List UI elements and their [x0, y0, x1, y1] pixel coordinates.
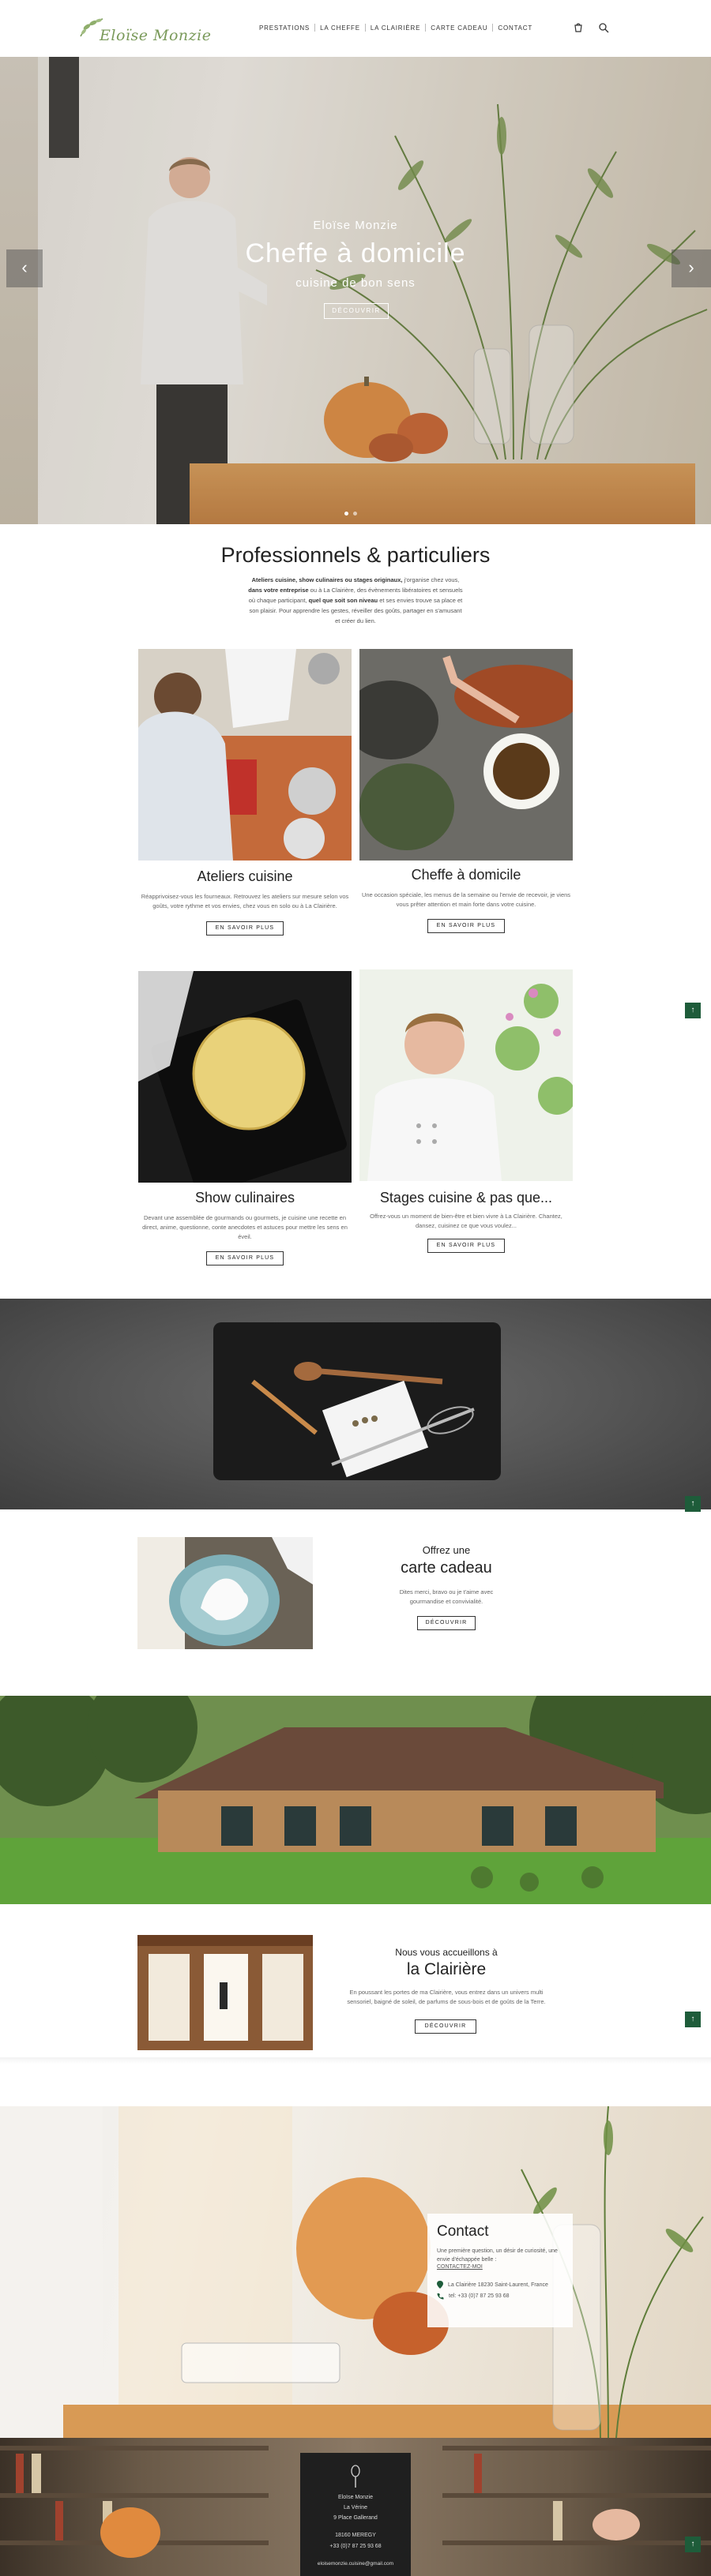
footer-line: 18160 MEREGY — [335, 2533, 376, 2538]
gift-title-line2: carte cadeau — [401, 1559, 492, 1577]
whisk-logo-icon — [351, 2465, 360, 2488]
back-to-top-icon[interactable]: ↑ — [685, 1003, 701, 1018]
card-text: Réapprivoisez-vous les fourneaux. Retrou… — [141, 893, 349, 909]
contact-card: Contact Une première question, un désir … — [427, 2214, 573, 2327]
footer-line: La Vérine — [344, 2505, 367, 2510]
gift-card-image[interactable] — [137, 1537, 313, 1649]
contact-title: Contact — [437, 2223, 489, 2240]
clairiere-discover-button[interactable]: DÉCOUVRIR — [415, 2019, 476, 2034]
ateliers-cuisine-image[interactable] — [138, 649, 352, 861]
footer-name: Eloïse Monzie — [338, 2495, 373, 2500]
stages-more-button[interactable]: EN SAVOIR PLUS — [427, 1239, 505, 1253]
slider-dots — [344, 512, 357, 516]
contact-address-row: La Clairière 18230 Saint-Laurent, France — [437, 2281, 563, 2289]
kitchen-still-life-photo — [0, 2106, 711, 2438]
site-header: Eloïse Monzie PRESTATIONS LA CHEFFE LA C… — [0, 0, 711, 57]
cheese-photo — [138, 971, 352, 1183]
clairiere-title-line1: Nous vous accueillons à — [395, 1947, 498, 1958]
card-title: Cheffe à domicile — [411, 867, 521, 883]
stages-cuisine-image[interactable] — [359, 969, 573, 1181]
cheffe-more-button[interactable]: EN SAVOIR PLUS — [427, 919, 505, 933]
contact-banner — [0, 2106, 711, 2438]
meringue-bowl-photo — [137, 1537, 313, 1649]
hero-title: Cheffe à domicile — [245, 238, 466, 268]
intro-title: Professionnels & particuliers — [220, 543, 491, 567]
slider-dot[interactable] — [353, 512, 357, 516]
show-culinaires-image[interactable] — [138, 971, 352, 1183]
hero-discover-button[interactable]: DÉCOUVRIR — [324, 303, 389, 319]
house-banner — [0, 1696, 711, 1904]
logo-text: Eloïse Monzie — [100, 27, 212, 44]
card-text: Offrez-vous un moment de bien-être et bi… — [370, 1213, 562, 1229]
show-more-button[interactable]: EN SAVOIR PLUS — [206, 1251, 284, 1266]
slider-next-arrow-icon[interactable]: › — [672, 249, 711, 287]
nav-item-prestations[interactable]: PRESTATIONS — [254, 24, 314, 32]
gift-text: Dites merci, bravo ou je t'aime avec gou… — [399, 1588, 494, 1605]
hero-subtitle: Eloïse Monzie — [313, 219, 398, 232]
kitchen-tools-banner — [0, 1299, 711, 1509]
clairiere-title-line2: la Clairière — [406, 1960, 487, 1978]
chef-flowers-photo — [359, 969, 573, 1181]
nav-item-carte-cadeau[interactable]: CARTE CADEAU — [426, 24, 492, 32]
location-pin-icon — [437, 2281, 443, 2289]
cooking-workshop-photo — [138, 649, 352, 861]
phone-icon — [437, 2293, 444, 2300]
hero-tagline: cuisine de bon sens — [295, 276, 416, 290]
nav-item-contact[interactable]: CONTACT — [493, 24, 537, 32]
contact-me-link[interactable]: CONTACTEZ-MOI — [437, 2264, 563, 2270]
search-icon[interactable] — [598, 22, 609, 33]
footer-email[interactable]: eloisemonzie.cuisine@gmail.com — [300, 2561, 411, 2567]
intro-text-part: j'organise chez vous, — [402, 576, 460, 583]
back-to-top-icon[interactable]: ↑ — [685, 1496, 701, 1512]
card-title: Show culinaires — [194, 1190, 295, 1206]
hero-slider: Eloïse Monzie Cheffe à domicile cuisine … — [0, 57, 711, 524]
footer-phone[interactable]: +33 (0)7 87 25 93 68 — [300, 2544, 411, 2549]
gift-title-line1: Offrez une — [422, 1544, 471, 1556]
clairiere-text: En poussant les portes de ma Clairière, … — [347, 1989, 546, 2005]
ateliers-more-button[interactable]: EN SAVOIR PLUS — [206, 921, 284, 936]
soup-dish-photo — [359, 649, 573, 861]
contact-text: Une première question, un désir de curio… — [437, 2248, 558, 2263]
contact-phone[interactable]: tel: +33 (0)7 87 25 93 68 — [449, 2293, 509, 2299]
cheffe-domicile-image[interactable] — [359, 649, 573, 861]
gift-discover-button[interactable]: DÉCOUVRIR — [417, 1616, 476, 1630]
intro-text-bold: dans votre entreprise — [248, 587, 309, 594]
intro-text: Ateliers cuisine, show culinaires ou sta… — [246, 575, 465, 626]
back-to-top-icon[interactable]: ↑ — [685, 2537, 701, 2552]
card-title: Ateliers cuisine — [197, 868, 293, 884]
slider-dot[interactable] — [344, 512, 348, 516]
slider-prev-arrow-icon[interactable]: ‹ — [6, 249, 43, 287]
contact-address: La Clairière 18230 Saint-Laurent, France — [448, 2282, 548, 2288]
card-title: Stages cuisine & pas que... — [379, 1190, 553, 1206]
wooden-house-photo — [0, 1696, 711, 1904]
nav-item-la-cheffe[interactable]: LA CHEFFE — [315, 24, 365, 32]
clairiere-interior-photo — [137, 1935, 313, 2050]
section-divider — [0, 2057, 711, 2064]
site-logo[interactable]: Eloïse Monzie — [77, 13, 211, 49]
contact-phone-row: tel: +33 (0)7 87 25 93 68 — [437, 2293, 563, 2300]
hero-overlay — [0, 57, 711, 524]
intro-text-bold: Ateliers cuisine, show culinaires ou sta… — [251, 576, 403, 583]
cart-icon[interactable] — [573, 22, 584, 33]
nav-item-la-clairiere[interactable]: LA CLAIRIÈRE — [366, 24, 425, 32]
clairiere-image[interactable] — [137, 1935, 313, 2050]
main-nav: PRESTATIONS LA CHEFFE LA CLAIRIÈRE CARTE… — [254, 24, 537, 32]
footer-line: 9 Place Gallerand — [333, 2515, 378, 2521]
intro-text-bold: quel que soit son niveau — [308, 597, 378, 604]
card-text: Devant une assemblée de gourmands ou gou… — [142, 1214, 348, 1240]
card-text: Une occasion spéciale, les menus de la s… — [361, 891, 571, 908]
utensils-decor — [251, 1362, 475, 1478]
back-to-top-icon[interactable]: ↑ — [685, 2012, 701, 2027]
